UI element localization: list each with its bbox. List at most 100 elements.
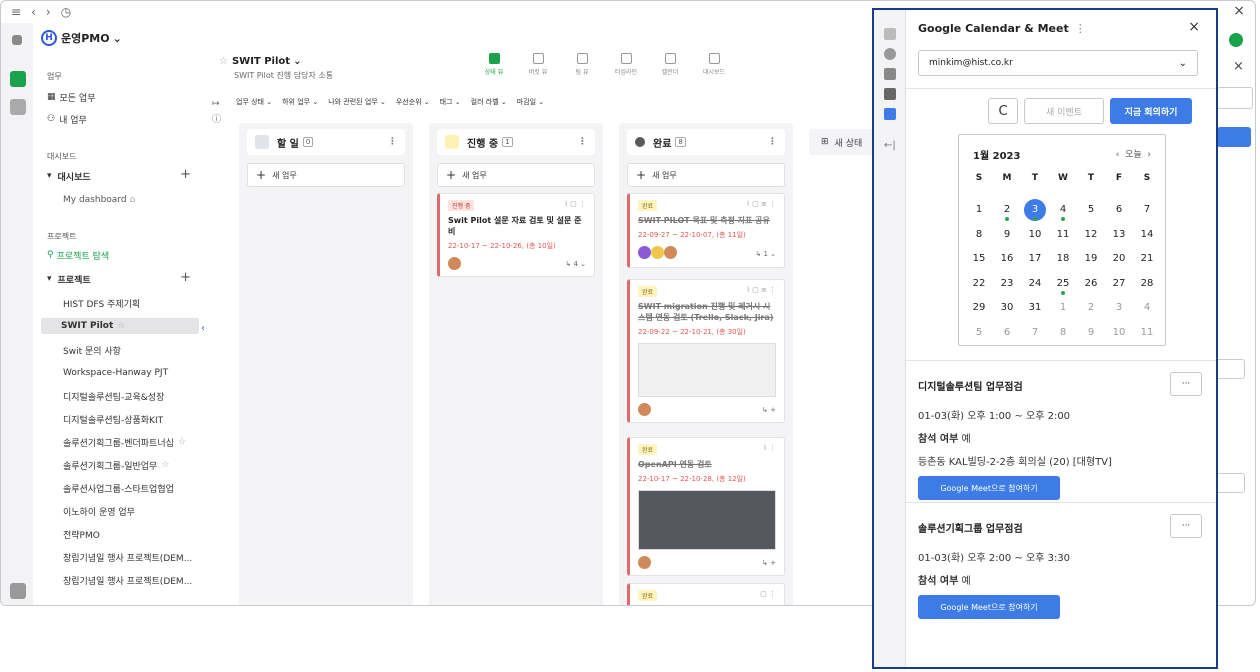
sidebar-item-project[interactable]: 이노하이 운영 업무: [63, 503, 135, 519]
calendar-day[interactable]: 26: [1077, 271, 1105, 296]
calendar-day[interactable]: 12: [1077, 222, 1105, 247]
calendar-day[interactable]: 31: [1021, 296, 1049, 321]
calendar-day[interactable]: 9: [993, 222, 1021, 247]
calendar-day[interactable]: 24: [1021, 271, 1049, 296]
view-timeline[interactable]: 타임라인: [611, 53, 641, 76]
sidebar-item-project[interactable]: 솔루션기획그룹-벤더파트너십 ☆: [63, 434, 186, 450]
calendar-day[interactable]: 29: [965, 296, 993, 321]
sidebar-item-my-tasks[interactable]: ⚇ 내 업무: [47, 111, 87, 127]
prev-month-icon[interactable]: ‹: [1116, 150, 1120, 160]
calendar-day[interactable]: 3: [1105, 296, 1133, 321]
calendar-day[interactable]: 20: [1105, 247, 1133, 272]
menu-icon[interactable]: ≡: [11, 5, 21, 19]
calendar-day[interactable]: 11: [1133, 320, 1161, 345]
task-card[interactable]: 완료 ▢ ⋮: [627, 583, 785, 605]
next-month-icon[interactable]: ›: [1147, 150, 1151, 160]
view-team[interactable]: 팀 뷰: [567, 53, 597, 76]
view-bucket[interactable]: 버킷 뷰: [523, 53, 553, 76]
action-button[interactable]: [1217, 127, 1251, 147]
close-panel-icon[interactable]: ×: [1188, 19, 1200, 35]
star-icon[interactable]: ☆: [219, 56, 228, 67]
checklist-icon[interactable]: [884, 28, 896, 40]
collapse-sidebar-icon[interactable]: ‹: [201, 323, 209, 337]
sidebar-item-project-selected[interactable]: SWIT Pilot ☆: [41, 318, 199, 334]
calendar-day[interactable]: 7: [1133, 198, 1161, 223]
calendar-day[interactable]: 10: [1021, 222, 1049, 247]
more-icon[interactable]: ⋮: [1075, 22, 1086, 35]
column-header[interactable]: 진행 중 1 ⋮: [437, 129, 595, 155]
filter-due[interactable]: 마감일 ⌄: [517, 97, 544, 107]
new-task-button[interactable]: + 새 업무: [437, 163, 595, 187]
subtask-add-icon[interactable]: ↳ +: [762, 559, 776, 567]
add-dashboard-button[interactable]: +: [180, 167, 191, 182]
view-calendar[interactable]: 캘린더: [655, 53, 685, 76]
calendar-day[interactable]: 28: [1133, 271, 1161, 296]
meet-now-button[interactable]: 지금 회의하기: [1110, 98, 1192, 124]
calendar-day[interactable]: 7: [1021, 320, 1049, 345]
calendar-day[interactable]: 5: [965, 320, 993, 345]
add-project-button[interactable]: +: [180, 270, 191, 285]
sidebar-item-project[interactable]: Workspace-Hanway PJT: [63, 365, 168, 381]
sidebar-item-project[interactable]: 디지털솔루션팀-교육&성장: [63, 388, 164, 404]
subtask-add-icon[interactable]: ↳ +: [762, 406, 776, 414]
sidebar-item-project[interactable]: HIST DFS 주제기획: [63, 295, 140, 311]
refresh-button[interactable]: C: [988, 98, 1018, 124]
task-app-icon[interactable]: [10, 71, 26, 87]
calendar-day[interactable]: 2: [1077, 296, 1105, 321]
calendar-day[interactable]: 30: [993, 296, 1021, 321]
avatar[interactable]: [1229, 33, 1243, 47]
calendar-day[interactable]: 23: [993, 271, 1021, 296]
more-icon[interactable]: ⋮: [578, 137, 587, 147]
sidebar-item-explore-projects[interactable]: ⚲ 프로젝트 탐색: [47, 247, 109, 263]
calendar-day[interactable]: 18: [1049, 247, 1077, 272]
dropdown[interactable]: [1217, 87, 1253, 109]
task-card[interactable]: 완료 ⌇ ⋮ OpenAPI 연동 검토 22-10-17 ~ 22-10-28…: [627, 437, 785, 576]
calendar-day[interactable]: 10: [1105, 320, 1133, 345]
calendar-day[interactable]: 4: [1049, 198, 1077, 223]
join-meet-button[interactable]: Google Meet으로 참여하기: [918, 595, 1060, 619]
sidebar-item-project[interactable]: 솔루션기획그룹-일반업무 ☆: [63, 457, 169, 473]
collapse-icon[interactable]: ←|: [884, 140, 896, 151]
calendar-day[interactable]: 11: [1049, 222, 1077, 247]
calendar-day[interactable]: 6: [1105, 198, 1133, 223]
calendar-day[interactable]: 1: [1049, 296, 1077, 321]
gmail-icon[interactable]: [884, 88, 896, 100]
calendar-day[interactable]: 8: [1049, 320, 1077, 345]
more-button[interactable]: [1215, 359, 1245, 379]
join-meet-button[interactable]: Google Meet으로 참여하기: [918, 476, 1060, 500]
card-actions[interactable]: ⌇ ▢ ≡ ⋮: [746, 200, 776, 208]
card-actions[interactable]: ⌇ ▢ ≡ ⋮: [746, 286, 776, 294]
back-icon[interactable]: ‹: [31, 5, 36, 19]
column-header[interactable]: 할 일 0 ⋮: [247, 129, 405, 155]
calendar-day[interactable]: 16: [993, 247, 1021, 272]
calendar-day[interactable]: 15: [965, 247, 993, 272]
column-header[interactable]: 완료 8 ⋮: [627, 129, 785, 155]
home-icon[interactable]: [12, 35, 22, 45]
view-dashboard[interactable]: 대시보드: [699, 53, 729, 76]
lock-icon[interactable]: [10, 583, 26, 599]
app-close-icon[interactable]: ×: [1233, 3, 1245, 19]
calendar-day[interactable]: 9: [1077, 320, 1105, 345]
history-icon[interactable]: ◷: [61, 5, 71, 19]
subtask-count[interactable]: ↳ 1 ⌄: [755, 250, 776, 258]
calendar-day[interactable]: 25: [1049, 271, 1077, 296]
sidebar-item-project[interactable]: 솔루션사업그룹-스타트업협업: [63, 480, 174, 496]
event-more-button[interactable]: ···: [1170, 514, 1202, 538]
calendar-day[interactable]: 3: [1021, 198, 1049, 223]
calendar-day[interactable]: 1: [965, 198, 993, 223]
today-button[interactable]: 오늘: [1125, 150, 1142, 160]
calendar-day[interactable]: 27: [1105, 271, 1133, 296]
more-icon[interactable]: ⋮: [768, 137, 777, 147]
calendar-day[interactable]: 13: [1105, 222, 1133, 247]
forward-icon[interactable]: ›: [46, 5, 51, 19]
chat-icon[interactable]: [884, 48, 896, 60]
calendar-day[interactable]: 14: [1133, 222, 1161, 247]
event-more-button[interactable]: ···: [1170, 372, 1202, 396]
more-button[interactable]: [1215, 473, 1245, 493]
calendar-day[interactable]: 5: [1077, 198, 1105, 223]
calendar-day[interactable]: 22: [965, 271, 993, 296]
filter-status[interactable]: 업무 상태 ⌄: [236, 97, 272, 107]
sidebar-item-dashboard-group[interactable]: ▾ 대시보드: [47, 168, 91, 184]
task-card[interactable]: 진행 중 ⌇ ▢ ⋮ Swit Pilot 설문 자료 검토 및 설문 준비 2…: [437, 193, 595, 277]
new-event-button[interactable]: 새 이벤트: [1024, 98, 1104, 124]
